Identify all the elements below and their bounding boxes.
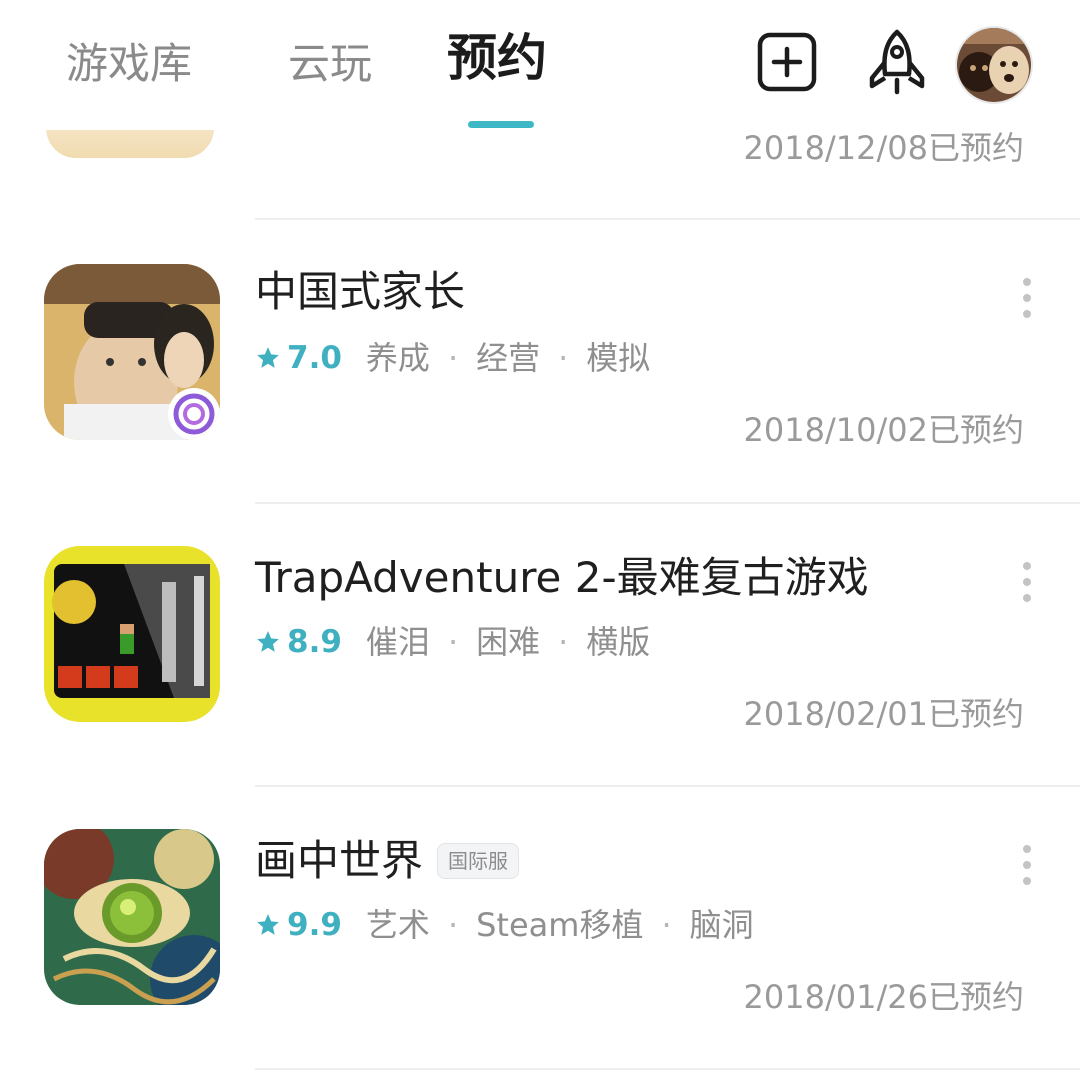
game-meta: 7.0 养成 · 经营 · 模拟 bbox=[255, 336, 650, 380]
star-icon bbox=[257, 914, 279, 935]
star-icon bbox=[257, 631, 279, 652]
tag[interactable]: 经营 bbox=[476, 336, 540, 380]
more-options-icon[interactable] bbox=[1012, 841, 1042, 889]
tag[interactable]: 艺术 bbox=[366, 903, 430, 947]
tag[interactable]: 养成 bbox=[366, 336, 430, 380]
game-title[interactable]: 画中世界 bbox=[255, 833, 423, 889]
server-badge: 国际服 bbox=[437, 843, 520, 879]
tag[interactable]: 横版 bbox=[586, 620, 650, 664]
tab-cloud-play[interactable]: 云玩 bbox=[288, 36, 372, 92]
list-item[interactable]: 中国式家长 7.0 养成 · 经营 · 模拟 2018/10/02已预约 bbox=[0, 220, 1080, 503]
top-bar: 游戏库 云玩 预约 bbox=[0, 0, 1080, 130]
star-icon bbox=[257, 347, 279, 368]
game-icon[interactable] bbox=[44, 264, 220, 440]
more-options-icon[interactable] bbox=[1012, 558, 1042, 606]
more-options-icon[interactable] bbox=[1012, 274, 1042, 322]
tag[interactable]: 脑洞 bbox=[690, 903, 754, 947]
tag[interactable]: 催泪 bbox=[366, 620, 430, 664]
tab-game-library[interactable]: 游戏库 bbox=[66, 36, 192, 92]
reservation-date: 2018/01/26已预约 bbox=[743, 978, 1024, 1016]
reservation-date: 2018/12/08已预约 bbox=[743, 129, 1024, 167]
game-title[interactable]: 中国式家长 bbox=[255, 264, 465, 320]
tag[interactable]: 困难 bbox=[476, 620, 540, 664]
game-meta: 8.9 催泪 · 困难 · 横版 bbox=[255, 620, 650, 664]
game-icon[interactable] bbox=[44, 546, 220, 722]
list-item[interactable]: 画中世界 国际服 9.9 艺术 · Steam移植 · 脑洞 2018/01/2… bbox=[0, 787, 1080, 1070]
reservation-date: 2018/10/02已预约 bbox=[743, 411, 1024, 449]
tag[interactable]: Steam移植 bbox=[476, 903, 643, 947]
rating-score: 9.9 bbox=[287, 907, 342, 943]
game-meta: 9.9 艺术 · Steam移植 · 脑洞 bbox=[255, 903, 754, 947]
active-tab-indicator bbox=[468, 121, 534, 128]
rating-score: 8.9 bbox=[287, 624, 342, 660]
tag[interactable]: 模拟 bbox=[586, 336, 650, 380]
user-avatar[interactable] bbox=[955, 26, 1033, 104]
tab-reservations[interactable]: 预约 bbox=[447, 30, 547, 86]
add-icon[interactable] bbox=[757, 32, 817, 92]
game-icon[interactable] bbox=[44, 829, 220, 1005]
rating-score: 7.0 bbox=[287, 340, 342, 376]
list-item[interactable]: TrapAdventure 2-最难复古游戏 8.9 催泪 · 困难 · 横版 … bbox=[0, 504, 1080, 787]
reservation-date: 2018/02/01已预约 bbox=[743, 695, 1024, 733]
divider bbox=[255, 1068, 1080, 1070]
game-title[interactable]: TrapAdventure 2-最难复古游戏 bbox=[255, 550, 869, 606]
rocket-icon[interactable] bbox=[864, 28, 930, 96]
